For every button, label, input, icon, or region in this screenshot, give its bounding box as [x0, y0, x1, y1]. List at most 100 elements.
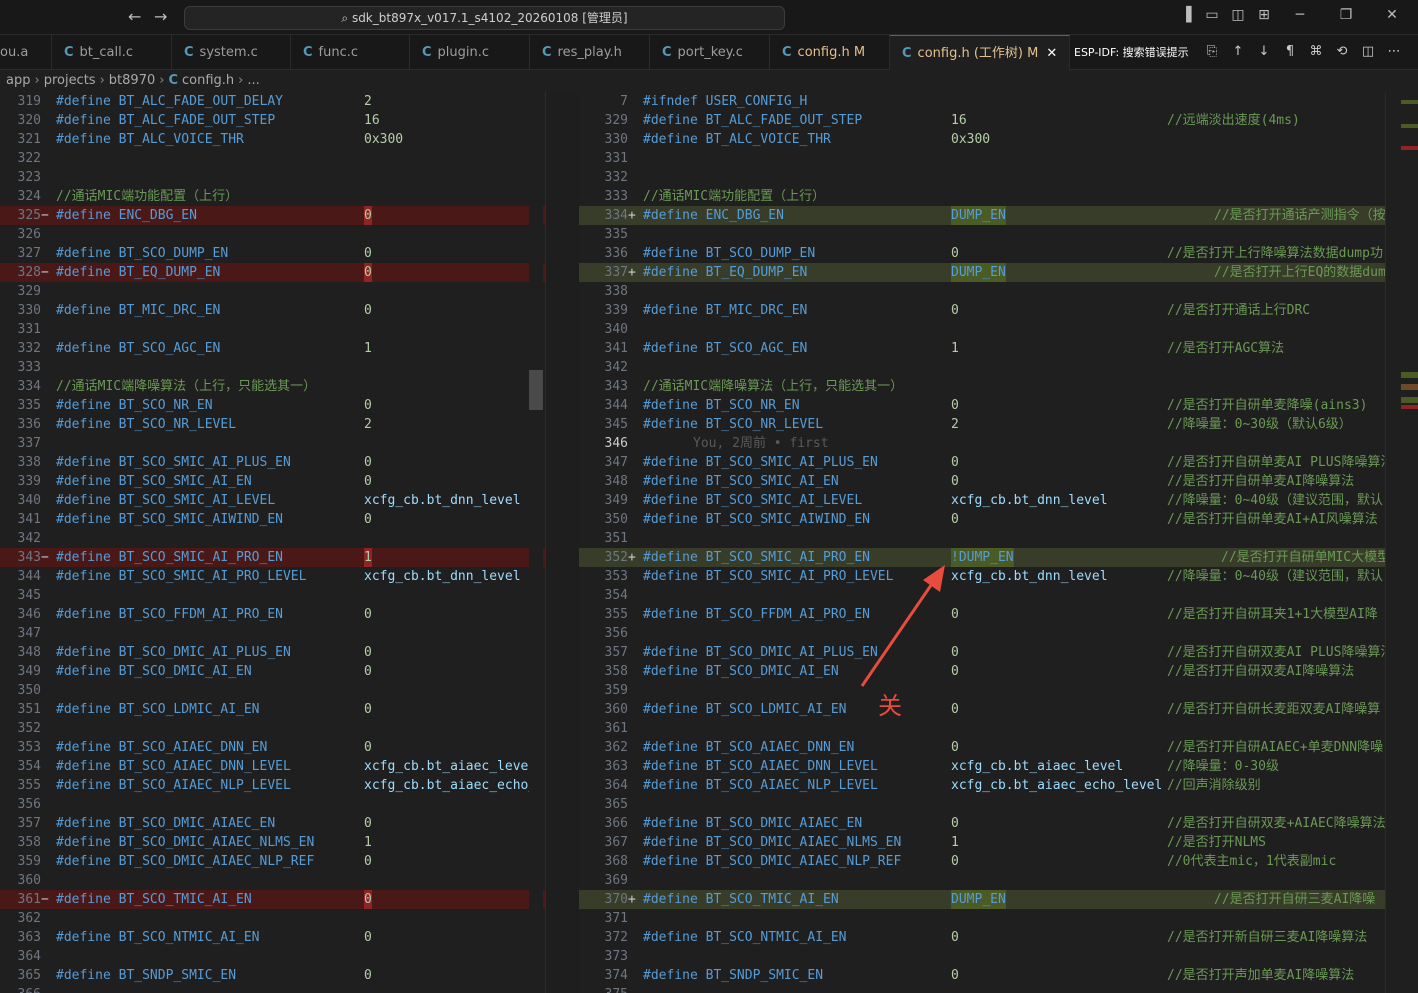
diff-marker-added [1401, 397, 1418, 403]
revert-icon[interactable]: ⟲ [1334, 44, 1350, 60]
line-number: 329 [604, 113, 628, 128]
esp-idf-search-error-button[interactable]: ESP-IDF: 搜索错误提示 [1074, 46, 1189, 59]
line-number: 321 [17, 132, 41, 147]
tab-label: config.h (工作树) [917, 46, 1023, 61]
tab-bt-call-c[interactable]: Cbt_call.c [52, 35, 172, 70]
breadcrumb-item[interactable]: app [6, 73, 30, 88]
diff-plus-icon: + [628, 892, 636, 907]
arrow-right-icon[interactable]: → [154, 7, 167, 26]
macro-value: 0x300 [364, 132, 404, 147]
macro-name: BT_SCO_SMIC_AI_PRO_EN [118, 550, 283, 565]
macro-name: BT_SCO_DMIC_AIAEC_EN [118, 816, 276, 831]
define-keyword: #define [56, 835, 119, 850]
diff-plus-icon: + [628, 550, 636, 565]
define-keyword: #define [643, 265, 706, 280]
macro-value: 2 [951, 417, 959, 432]
tab-port-key-c[interactable]: Cport_key.c [650, 35, 770, 70]
code-line: 327 #define BT_SCO_DUMP_EN 0 [0, 244, 545, 263]
open-book-icon[interactable]: ⌘ [1308, 44, 1324, 60]
line-number: 328 [17, 265, 41, 280]
define-keyword: #define [643, 892, 706, 907]
macro-name: BT_ALC_VOICE_THR [705, 132, 831, 147]
code-line: 356 [0, 795, 545, 814]
macro-name: BT_SCO_SMIC_AIWIND_EN [118, 512, 283, 527]
c-file-icon: C [902, 46, 912, 61]
code-line: 325− #define ENC_DBG_EN 0 [0, 206, 545, 225]
arrow-up-icon[interactable]: ↑ [1230, 44, 1246, 60]
layout-panel-icon[interactable]: ▭ [1204, 7, 1220, 23]
more-actions-icon[interactable]: ⋯ [1386, 44, 1402, 60]
annotation-label: 关 [878, 692, 902, 720]
code-line: 338 #define BT_SCO_SMIC_AI_PLUS_EN 0 [0, 453, 545, 472]
define-keyword: #define [56, 550, 119, 565]
git-blame-annotation: You, 2周前 • first [693, 436, 829, 451]
macro-name: BT_SCO_DMIC_AI_EN [705, 664, 839, 679]
code-comment: //是否打开自研单麦降噪(ains3) [1167, 398, 1368, 413]
line-number: 355 [17, 778, 41, 793]
tab-func-c[interactable]: Cfunc.c [291, 35, 410, 70]
tab-config-h-[interactable]: Cconfig.h (工作树) M ✕ [890, 35, 1070, 70]
tab-system-c[interactable]: Csystem.c [172, 35, 291, 70]
layout-sidebar-icon[interactable]: ▐ [1178, 7, 1194, 23]
breadcrumb-item[interactable]: bt8970 [109, 73, 155, 88]
code-text: //通话MIC端功能配置（上行） [56, 187, 238, 206]
diff-marker-added [1401, 100, 1418, 104]
minimize-icon[interactable]: ─ [1292, 7, 1308, 23]
breadcrumb-item[interactable]: config.h [182, 73, 234, 88]
tab-ou-a[interactable]: ou.a [0, 35, 52, 70]
code-text: #define BT_SCO_SMIC_AI_LEVEL xcfg_cb.bt_d… [56, 491, 521, 510]
layout-split-icon[interactable]: ◫ [1230, 7, 1246, 23]
toggle-whitespace-icon[interactable]: ¶ [1282, 44, 1298, 60]
tab-res-play-h[interactable]: Cres_play.h [530, 35, 650, 70]
code-comment: //是否打开自研AIAEC+单麦DNN降噪 [1167, 740, 1384, 755]
code-text: #define BT_SCO_DMIC_AIAEC_NLP_REF 0 [56, 852, 372, 871]
macro-value: 2 [364, 417, 372, 432]
macro-value: 0 [364, 607, 372, 622]
macro-value: xcfg_cb.bt_dnn_level [951, 569, 1108, 584]
code-comment: //是否打开新自研三麦AI降噪算法 [1167, 930, 1368, 945]
overview-ruler[interactable] [1385, 92, 1418, 993]
macro-value: 0 [951, 930, 959, 945]
code-line: 349 #define BT_SCO_DMIC_AI_EN 0 [0, 662, 545, 681]
define-keyword: #define [56, 645, 119, 660]
breadcrumb-item[interactable]: ... [247, 73, 259, 88]
command-center-search[interactable]: ⌕ sdk_bt897x_v017.1_s4102_20260108 [管理员] [184, 6, 785, 30]
code-line: 347 #define BT_SCO_SMIC_AI_PLUS_EN 0 //是否打开… [579, 453, 1385, 472]
code-line: 364 #define BT_SCO_AIAEC_NLP_LEVEL xcfg_cb… [579, 776, 1385, 795]
left-scrollbar[interactable] [529, 92, 543, 993]
open-changes-icon[interactable]: ⎘ [1204, 44, 1220, 60]
define-keyword: #define [643, 512, 706, 527]
line-number: 358 [17, 835, 41, 850]
layout-grid-icon[interactable]: ⊞ [1256, 7, 1272, 23]
macro-value: xcfg_cb.bt_aiaec_echo_level [951, 778, 1163, 793]
macro-name: BT_ALC_FADE_OUT_STEP [705, 113, 863, 128]
macro-name: BT_SCO_NTMIC_AI_EN [705, 930, 847, 945]
diff-modified-editor[interactable]: 7 #ifndef USER_CONFIG_H 329 #define BT_ALC_… [579, 92, 1385, 993]
code-line: 351 #define BT_SCO_LDMIC_AI_EN 0 [0, 700, 545, 719]
arrow-down-icon[interactable]: ↓ [1256, 44, 1272, 60]
close-icon[interactable]: ✕ [1384, 7, 1400, 23]
c-file-icon: C [64, 45, 74, 60]
code-line: 373 [579, 947, 1385, 966]
line-number: 332 [604, 170, 628, 185]
code-line: 330 #define BT_ALC_VOICE_THR 0x300 [579, 130, 1385, 149]
split-editor-icon[interactable]: ◫ [1360, 44, 1376, 60]
code-comment: //降噪量：0-30级 [1167, 759, 1279, 774]
line-number: 373 [604, 949, 628, 964]
restore-icon[interactable]: ❐ [1338, 7, 1354, 23]
code-text: #define BT_SCO_AIAEC_NLP_LEVEL xcfg_cb.bt… [643, 776, 1261, 795]
breadcrumb-item[interactable]: projects [44, 73, 96, 88]
arrow-left-icon[interactable]: ← [128, 7, 141, 26]
macro-value: 0 [951, 512, 959, 527]
code-text: #define BT_MIC_DRC_EN 0 //是否打开通话上行DRC [643, 301, 1310, 320]
code-text: #define BT_SCO_SMIC_AI_EN 0 [56, 472, 372, 491]
close-tab-icon[interactable]: ✕ [1046, 46, 1057, 61]
macro-name: BT_SCO_DUMP_EN [118, 246, 229, 261]
tab-config-h[interactable]: Cconfig.h M [770, 35, 890, 70]
scrollbar-thumb[interactable] [529, 370, 543, 410]
diff-original-editor[interactable]: 319 #define BT_ALC_FADE_OUT_DELAY 2 320 #def… [0, 92, 545, 993]
tab-plugin-c[interactable]: Cplugin.c [410, 35, 530, 70]
chevron-right-icon: › [238, 73, 244, 88]
code-line: 349 #define BT_SCO_SMIC_AI_LEVEL xcfg_cb.b… [579, 491, 1385, 510]
code-line: 360 [0, 871, 545, 890]
